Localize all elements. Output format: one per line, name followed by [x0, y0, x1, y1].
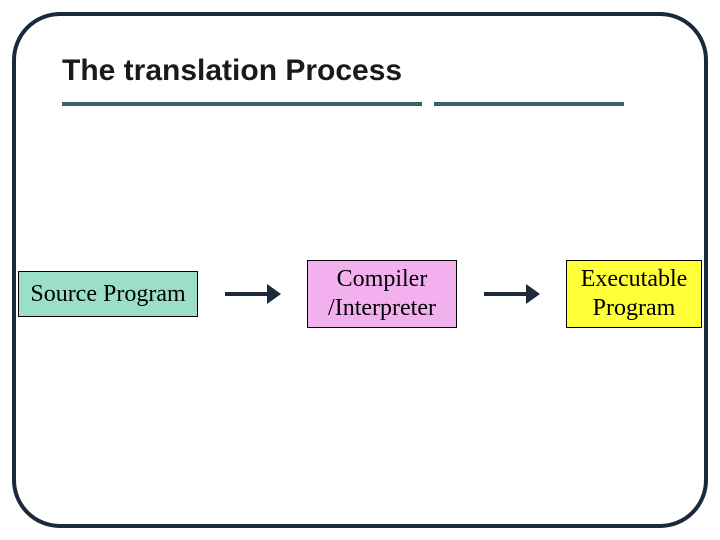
- box-executable-program: Executable Program: [566, 260, 702, 328]
- title-underline-right: [434, 102, 624, 106]
- arrow-icon: [225, 284, 281, 304]
- flow-row: Source Program Compiler /Interpreter Exe…: [18, 260, 702, 328]
- slide-title: The translation Process: [62, 54, 402, 88]
- title-underline-left: [62, 102, 422, 106]
- box-exec-line2: Program: [573, 294, 695, 323]
- box-source-label: Source Program: [25, 280, 191, 309]
- box-compiler-line2: /Interpreter: [314, 294, 450, 323]
- arrow-icon: [484, 284, 540, 304]
- box-source-program: Source Program: [18, 271, 198, 317]
- box-compiler-line1: Compiler: [314, 265, 450, 294]
- box-compiler-interpreter: Compiler /Interpreter: [307, 260, 457, 328]
- box-exec-line1: Executable: [573, 265, 695, 294]
